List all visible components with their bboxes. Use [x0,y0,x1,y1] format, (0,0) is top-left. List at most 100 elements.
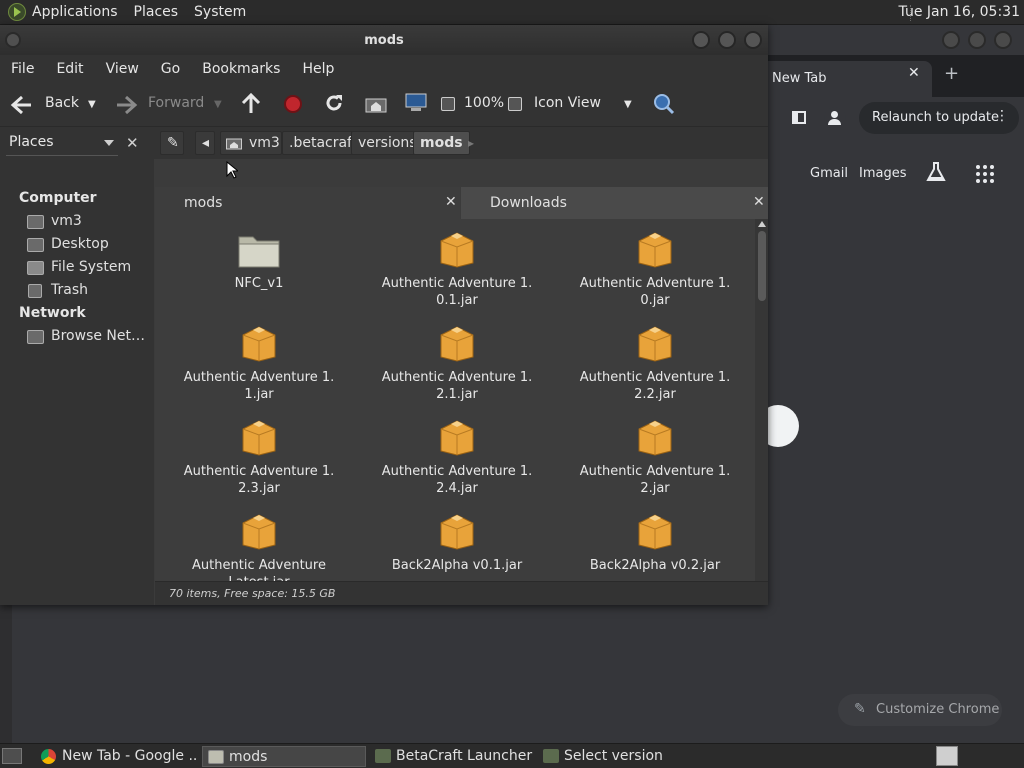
forward-button[interactable]: Forward [148,95,204,111]
sidebar-type-select[interactable]: Places [6,134,118,156]
forward-arrow-icon [117,95,138,115]
task-mods[interactable]: mods [202,746,366,767]
file-item[interactable]: Back2Alpha v0.1.jar [377,513,537,574]
fm-minimize-button[interactable] [692,31,710,49]
scrollbar-thumb[interactable] [758,231,766,301]
breadcrumb-label: vm3 [249,135,280,151]
reload-icon[interactable] [324,93,344,113]
sidebar-item-file-system[interactable]: File System [27,259,131,279]
task-select-version[interactable]: Select version [538,746,702,767]
tab-mods[interactable]: mods ✕ [155,187,460,219]
menu-go[interactable]: Go [161,61,180,77]
toggle-location-entry-button[interactable]: ✎ [160,131,184,155]
pencil-icon: ✎ [854,701,866,717]
menu-applications[interactable]: Applications [32,4,118,20]
trash-icon [28,284,42,298]
forward-history-dropdown-icon[interactable]: ▼ [214,100,222,110]
more-vert-icon[interactable]: ⋮ [995,108,1009,124]
menu-edit[interactable]: Edit [56,61,83,77]
distro-logo-icon[interactable] [8,3,26,21]
breadcrumb-scroll-right-icon[interactable]: ▸ [468,136,474,150]
stop-icon[interactable] [284,95,302,113]
fm-titlebar[interactable]: mods [0,25,768,55]
images-link[interactable]: Images [859,166,907,181]
workspace-switcher[interactable] [936,746,958,766]
fm-close-button[interactable] [744,31,762,49]
breadcrumb-scroll-left-button[interactable]: ◂ [195,131,215,155]
scroll-up-arrow-icon[interactable] [758,221,766,227]
close-sidebar-icon[interactable]: ✕ [126,134,139,152]
icon-view[interactable]: NFC_v1 Authentic Adventure 1. 0.1.jar Authe… [155,219,755,603]
desktop-icon [27,238,44,252]
tab-label: Downloads [490,195,567,211]
file-item[interactable]: Authentic Adventure 1. 2.1.jar [377,325,537,403]
tab-close-icon[interactable]: ✕ [753,194,765,210]
view-mode-select[interactable]: Icon View [534,95,601,111]
menu-system[interactable]: System [194,4,246,20]
chrome-maximize-button[interactable] [968,31,986,49]
sidebar-item-trash[interactable]: Trash [27,282,88,302]
relaunch-to-update-button[interactable]: Relaunch to update ⋮ [859,102,1019,134]
file-item[interactable]: Authentic Adventure 1. 1.jar [179,325,339,403]
folder-icon [237,231,281,269]
home-folder-icon [226,138,242,150]
chrome-tab-title: New Tab [772,71,827,86]
breadcrumb-mods[interactable]: mods [413,131,470,155]
menu-file[interactable]: File [11,61,34,77]
new-tab-plus-icon[interactable]: + [944,63,959,84]
jar-package-icon [241,419,277,457]
file-item[interactable]: Authentic Adventure 1. 2.4.jar [377,419,537,497]
folder-item[interactable]: NFC_v1 [179,231,339,292]
computer-icon[interactable] [404,93,428,113]
sidebar-item-browse-network[interactable]: Browse Net… [27,328,145,348]
back-arrow-icon[interactable] [10,94,34,116]
show-desktop-button[interactable] [2,748,22,764]
task-label: BetaCraft Launcher ... [396,748,534,764]
file-item[interactable]: Authentic Adventure 1. 0.1.jar [377,231,537,309]
up-arrow-icon[interactable] [241,92,261,116]
file-item[interactable]: Authentic Adventure 1. 2.2.jar [575,325,735,403]
menu-places[interactable]: Places [134,4,179,20]
menu-help[interactable]: Help [302,61,334,77]
betacraft-icon [375,749,391,763]
profile-avatar-icon[interactable] [824,107,846,129]
customize-chrome-button[interactable]: ✎ Customize Chrome [838,694,1002,726]
sidebar-item-desktop[interactable]: Desktop [27,236,109,256]
menu-view[interactable]: View [106,61,139,77]
google-apps-icon[interactable] [976,165,994,183]
tab-downloads[interactable]: Downloads ✕ [461,187,768,219]
file-item[interactable]: Authentic Adventure 1. 0.jar [575,231,735,309]
zoom-in-icon[interactable] [508,97,522,111]
chrome-close-button[interactable] [994,31,1012,49]
gmail-link[interactable]: Gmail [810,166,848,181]
file-item[interactable]: Authentic Adventure 1. 2.jar [575,419,735,497]
drive-icon [27,261,44,275]
tab-close-icon[interactable]: ✕ [445,194,457,210]
view-mode-dropdown-icon[interactable]: ▼ [624,100,632,110]
chrome-tab-close-icon[interactable]: ✕ [908,65,920,81]
chrome-minimize-button[interactable] [942,31,960,49]
jar-package-icon [439,513,475,551]
file-item[interactable]: Back2Alpha v0.2.jar [575,513,735,574]
file-item[interactable]: Authentic Adventure 1. 2.3.jar [179,419,339,497]
task-betacraft-launcher[interactable]: BetaCraft Launcher ... [370,746,534,767]
task-new-tab-google[interactable]: New Tab - Google ... [36,746,196,767]
item-label: Authentic Adventure 1. 1.jar [183,370,335,402]
file-item[interactable]: Authentic AdventureLatest.jar [179,513,339,591]
labs-flask-icon[interactable] [925,161,947,183]
jar-package-icon [241,325,277,363]
search-icon[interactable] [652,92,676,116]
folder-icon [208,750,224,764]
back-button[interactable]: Back [45,95,79,111]
home-folder-icon[interactable] [365,95,387,113]
breadcrumb-vm3[interactable]: vm3 [220,131,282,155]
fm-maximize-button[interactable] [718,31,736,49]
back-history-dropdown-icon[interactable]: ▼ [88,100,96,110]
sidebar-item-vm3[interactable]: vm3 [27,213,82,233]
clock[interactable]: Tue Jan 16, 05:31 [899,4,1020,20]
menu-bookmarks[interactable]: Bookmarks [202,61,280,77]
tab-label: mods [184,195,223,211]
side-panel-icon[interactable] [792,111,806,124]
icon-view-scrollbar[interactable] [755,219,768,603]
zoom-out-icon[interactable] [441,97,455,111]
